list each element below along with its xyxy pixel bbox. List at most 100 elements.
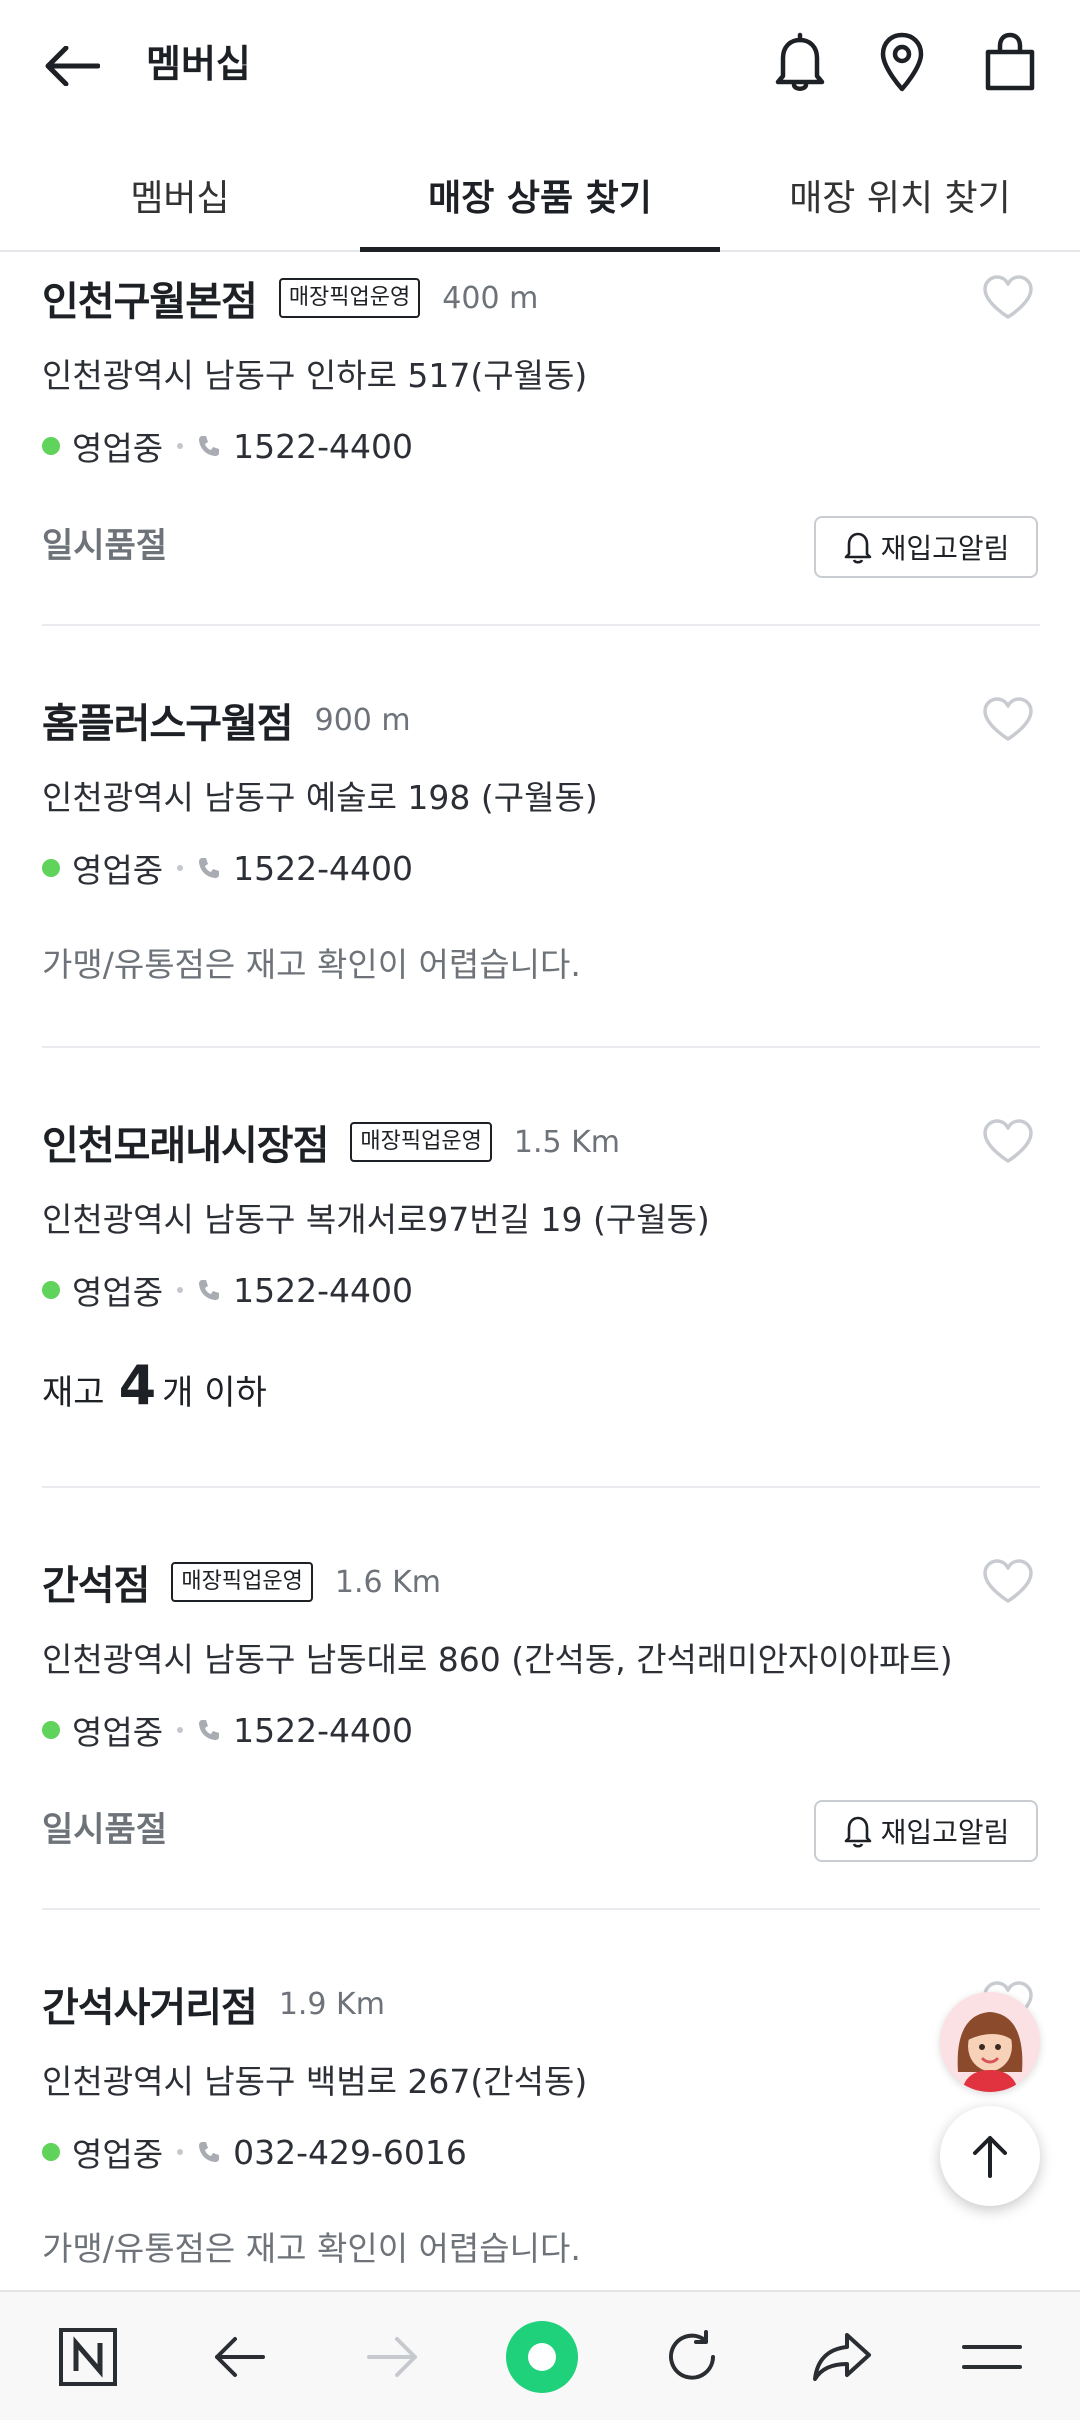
open-status-dot xyxy=(42,2143,60,2161)
store-card: 홈플러스구월점 900 m 인천광역시 남동구 예술로 198 (구월동) 영업… xyxy=(0,626,1080,1048)
stock-prefix: 재고 xyxy=(42,1373,105,1413)
favorite-heart-icon[interactable] xyxy=(978,270,1038,326)
restock-label: 재입고알림 xyxy=(880,532,1010,565)
store-card: 인천구월본점 매장픽업운영 400 m 인천광역시 남동구 인하로 517(구월… xyxy=(0,254,1080,626)
restock-label: 재입고알림 xyxy=(880,1816,1010,1849)
store-distance: 400 m xyxy=(442,280,539,316)
separator-dot xyxy=(177,865,184,871)
bell-icon xyxy=(844,532,871,564)
tab-store-location-search[interactable]: 매장 위치 찾기 xyxy=(720,140,1080,250)
store-phone[interactable]: 1522-4400 xyxy=(233,1271,413,1310)
phone-icon xyxy=(197,434,221,458)
naver-n-icon[interactable] xyxy=(48,2322,128,2392)
open-status: 영업중 xyxy=(72,1713,164,1752)
phone-icon xyxy=(197,1718,221,1742)
scroll-to-top-button[interactable] xyxy=(940,2106,1040,2206)
restock-alert-button[interactable]: 재입고알림 xyxy=(814,516,1038,578)
store-status-row: 영업중 1522-4400 xyxy=(42,1708,413,1752)
store-status-row: 영업중 1522-4400 xyxy=(42,1268,413,1312)
store-name-row: 간석점 매장픽업운영 1.6 Km xyxy=(42,1552,441,1612)
browser-forward-icon[interactable] xyxy=(352,2322,432,2392)
store-name[interactable]: 간석사거리점 xyxy=(42,1975,258,2033)
tab-membership[interactable]: 멤버십 xyxy=(0,140,360,250)
store-phone[interactable]: 1522-4400 xyxy=(233,849,413,888)
separator-dot xyxy=(177,443,184,449)
reload-icon[interactable] xyxy=(652,2322,732,2392)
active-tab-indicator xyxy=(360,247,720,252)
shopping-bag-icon[interactable] xyxy=(978,30,1042,94)
store-name-row: 간석사거리점 1.9 Km xyxy=(42,1974,385,2034)
separator-dot xyxy=(177,2149,184,2155)
store-address: 인천광역시 남동구 백범로 267(간석동) xyxy=(42,2062,588,2101)
store-address: 인천광역시 남동구 복개서로97번길 19 (구월동) xyxy=(42,1200,710,1239)
store-address: 인천광역시 남동구 인하로 517(구월동) xyxy=(42,356,588,395)
map-pin-icon[interactable] xyxy=(870,30,934,94)
menu-icon[interactable] xyxy=(952,2322,1032,2392)
open-status: 영업중 xyxy=(72,851,164,890)
store-status-row: 영업중 1522-4400 xyxy=(42,846,413,890)
store-name[interactable]: 인천모래내시장점 xyxy=(42,1113,329,1171)
store-name[interactable]: 홈플러스구월점 xyxy=(42,691,294,749)
store-list[interactable]: 인천구월본점 매장픽업운영 400 m 인천광역시 남동구 인하로 517(구월… xyxy=(0,254,1080,2288)
open-status: 영업중 xyxy=(72,2135,164,2174)
pickup-badge: 매장픽업운영 xyxy=(171,1562,313,1602)
favorite-heart-icon[interactable] xyxy=(978,1554,1038,1610)
store-card: 인천모래내시장점 매장픽업운영 1.5 Km 인천광역시 남동구 복개서로97번… xyxy=(0,1048,1080,1488)
store-card: 간석점 매장픽업운영 1.6 Km 인천광역시 남동구 남동대로 860 (간석… xyxy=(0,1488,1080,1910)
arrow-up-icon xyxy=(973,2136,1007,2178)
store-address: 인천광역시 남동구 남동대로 860 (간석동, 간석래미안자이아파트) xyxy=(42,1640,953,1679)
store-name-row: 인천구월본점 매장픽업운영 400 m xyxy=(42,268,538,328)
store-name-row: 홈플러스구월점 900 m xyxy=(42,690,411,750)
store-distance: 1.6 Km xyxy=(334,1564,442,1600)
tab-bar: 멤버십 매장 상품 찾기 매장 위치 찾기 xyxy=(0,140,1080,252)
soldout-label: 일시품절 xyxy=(42,1810,168,1850)
back-arrow-icon[interactable] xyxy=(40,34,104,98)
franchise-note: 가맹/유통점은 재고 확인이 어렵습니다. xyxy=(42,2229,581,2268)
store-distance: 900 m xyxy=(314,702,411,738)
browser-back-icon[interactable] xyxy=(200,2322,280,2392)
store-address: 인천광역시 남동구 예술로 198 (구월동) xyxy=(42,778,598,817)
store-distance: 1.5 Km xyxy=(513,1124,621,1160)
store-status-row: 영업중 032-429-6016 xyxy=(42,2130,467,2174)
app-header: 멤버십 xyxy=(0,0,1080,130)
open-status-dot xyxy=(42,859,60,877)
store-distance: 1.9 Km xyxy=(278,1986,385,2022)
franchise-note: 가맹/유통점은 재고 확인이 어렵습니다. xyxy=(42,945,581,984)
favorite-heart-icon[interactable] xyxy=(978,692,1038,748)
store-phone[interactable]: 032-429-6016 xyxy=(233,2133,467,2172)
chatbot-avatar-button[interactable] xyxy=(940,1992,1040,2092)
store-name-row: 인천모래내시장점 매장픽업운영 1.5 Km xyxy=(42,1112,620,1172)
soldout-label: 일시품절 xyxy=(42,526,168,566)
open-status-dot xyxy=(42,1721,60,1739)
store-name[interactable]: 간석점 xyxy=(42,1553,150,1611)
phone-icon xyxy=(197,1278,221,1302)
phone-icon xyxy=(197,856,221,880)
restock-alert-button[interactable]: 재입고알림 xyxy=(814,1800,1038,1862)
tab-store-product-search[interactable]: 매장 상품 찾기 xyxy=(360,140,720,250)
bell-icon xyxy=(844,1816,871,1848)
pickup-badge: 매장픽업운영 xyxy=(350,1122,492,1162)
open-status-dot xyxy=(42,437,60,455)
store-card: 간석사거리점 1.9 Km 인천광역시 남동구 백범로 267(간석동) 영업중… xyxy=(0,1910,1080,2288)
bell-icon[interactable] xyxy=(768,30,832,94)
store-phone[interactable]: 1522-4400 xyxy=(233,1711,413,1750)
home-circle-icon[interactable] xyxy=(500,2315,584,2399)
separator-dot xyxy=(177,1287,184,1293)
share-icon[interactable] xyxy=(802,2322,882,2392)
open-status: 영업중 xyxy=(72,1273,164,1312)
separator-dot xyxy=(177,1727,184,1733)
open-status-dot xyxy=(42,1281,60,1299)
store-status-row: 영업중 1522-4400 xyxy=(42,424,413,468)
stock-suffix: 개 이하 xyxy=(162,1373,267,1413)
stock-quantity: 재고 4 개 이하 xyxy=(42,1354,267,1417)
stock-number: 4 xyxy=(118,1354,157,1417)
woman-avatar-icon xyxy=(940,1992,1040,2092)
favorite-heart-icon[interactable] xyxy=(978,1114,1038,1170)
browser-toolbar xyxy=(0,2290,1080,2420)
open-status: 영업중 xyxy=(72,429,164,468)
phone-icon xyxy=(197,2140,221,2164)
page-title: 멤버십 xyxy=(146,42,251,86)
store-name[interactable]: 인천구월본점 xyxy=(42,269,258,327)
store-phone[interactable]: 1522-4400 xyxy=(233,427,413,466)
pickup-badge: 매장픽업운영 xyxy=(278,278,421,318)
